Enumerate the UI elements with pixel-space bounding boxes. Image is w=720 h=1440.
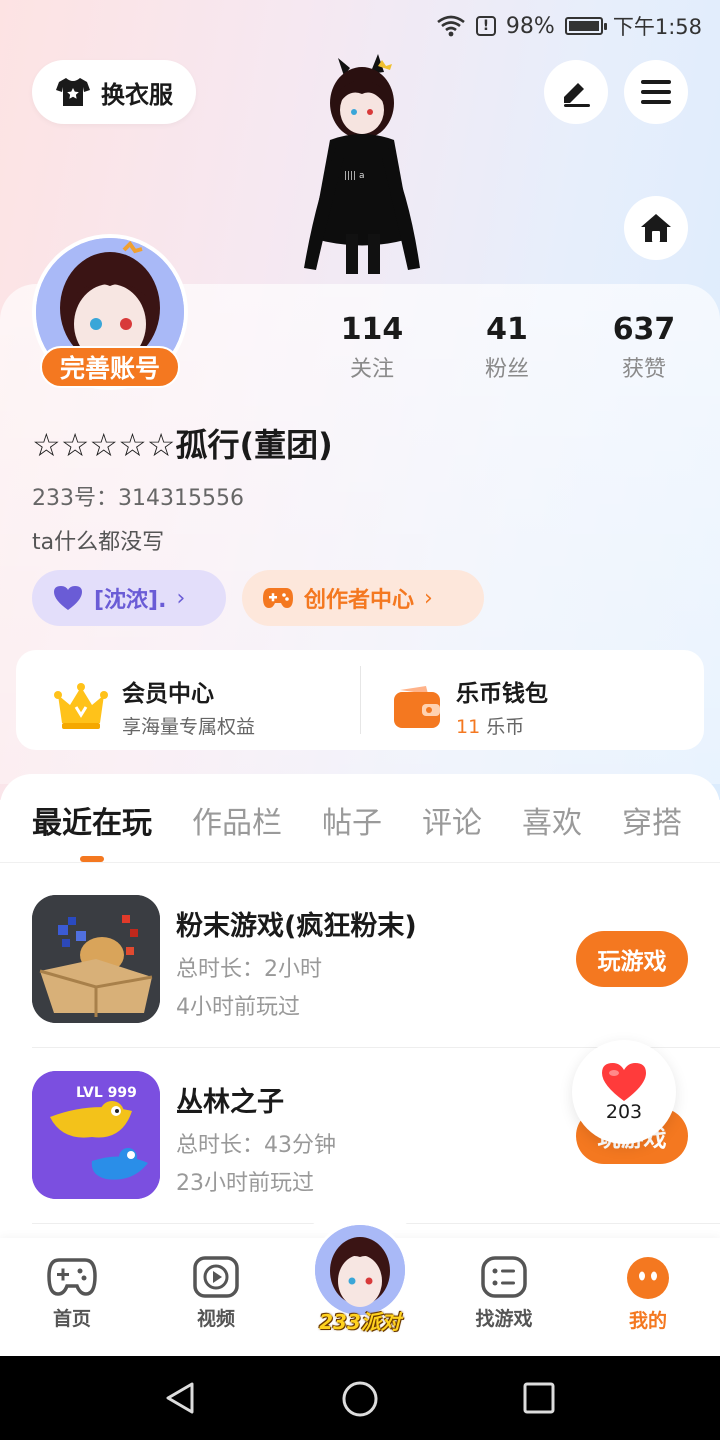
tab-likes[interactable]: 喜欢 bbox=[522, 798, 582, 842]
house-icon bbox=[641, 214, 671, 242]
stat-likes[interactable]: 637 获赞 bbox=[584, 312, 704, 383]
wallet-balance: 11 乐币 bbox=[456, 712, 548, 739]
change-outfit-button[interactable]: 换衣服 bbox=[32, 60, 196, 124]
battery-percent: 98% bbox=[505, 13, 555, 39]
svg-text:|||| a: |||| a bbox=[344, 171, 365, 181]
edit-button[interactable] bbox=[544, 60, 608, 124]
change-outfit-label: 换衣服 bbox=[101, 80, 173, 109]
play-video-icon bbox=[193, 1256, 239, 1298]
recents-icon[interactable] bbox=[522, 1381, 556, 1415]
tab-outfits[interactable]: 穿搭 bbox=[622, 798, 682, 842]
nav-video-label: 视频 bbox=[196, 1308, 235, 1330]
nav-mine[interactable]: 我的 bbox=[600, 1256, 696, 1333]
stat-likes-value: 637 bbox=[612, 312, 676, 347]
game-duration: 总时长：43分钟 bbox=[176, 1133, 336, 1158]
panel-divider bbox=[360, 666, 361, 734]
creator-center-label: 创作者中心 bbox=[304, 588, 415, 613]
bio: ta什么都没写 bbox=[32, 530, 165, 555]
game-icon-powder[interactable] bbox=[32, 895, 160, 1023]
tab-works[interactable]: 作品栏 bbox=[192, 798, 282, 842]
wallet-title: 乐币钱包 bbox=[456, 681, 548, 707]
tab-posts[interactable]: 帖子 bbox=[322, 798, 382, 842]
face-icon bbox=[627, 1257, 669, 1299]
alert-icon: ! bbox=[475, 16, 496, 36]
like-count: 203 bbox=[605, 1101, 643, 1123]
menu-icon bbox=[641, 80, 671, 104]
game-last-played: 4小时前玩过 bbox=[176, 995, 300, 1020]
complete-account-badge[interactable]: 完善账号 bbox=[40, 346, 180, 388]
heart-icon bbox=[54, 586, 82, 610]
wallet-unit: 乐币 bbox=[486, 716, 525, 738]
nav-mine-label: 我的 bbox=[628, 1310, 667, 1332]
menu-button[interactable] bbox=[624, 60, 688, 124]
nav-find-games-label: 找游戏 bbox=[475, 1308, 533, 1330]
play-game-button[interactable]: 玩游戏 bbox=[576, 931, 688, 987]
gamepad-icon bbox=[263, 588, 293, 608]
jungle-game-icon: LVL 999 bbox=[32, 1071, 160, 1199]
game-duration: 总时长：2小时 bbox=[176, 957, 322, 982]
home-circle-icon[interactable] bbox=[341, 1380, 379, 1418]
user-id: 233号：314315556 bbox=[32, 486, 244, 511]
nav-find-games[interactable]: 找游戏 bbox=[456, 1256, 552, 1331]
back-icon[interactable] bbox=[162, 1380, 198, 1416]
edit-icon bbox=[564, 83, 590, 107]
nav-party-label[interactable]: 233派对 bbox=[312, 1306, 408, 1335]
tshirt-icon bbox=[56, 78, 90, 106]
game-icon-jungle[interactable]: LVL 999 bbox=[32, 1071, 160, 1199]
tab-recent[interactable]: 最近在玩 bbox=[32, 798, 152, 842]
wallet-amount: 11 bbox=[456, 716, 481, 738]
system-nav-bar bbox=[0, 1356, 720, 1440]
game-title: 粉末游戏(疯狂粉末) bbox=[176, 911, 417, 942]
heart-icon bbox=[602, 1063, 646, 1101]
chevron-right-icon: › bbox=[424, 585, 433, 611]
wallet[interactable]: 乐币钱包 11 乐币 bbox=[392, 674, 548, 739]
vip-subtitle: 享海量专属权益 bbox=[122, 716, 256, 738]
avatar-character: |||| a bbox=[304, 54, 420, 274]
nav-party-avatar[interactable] bbox=[312, 1222, 408, 1318]
party-avatar-image bbox=[315, 1225, 405, 1315]
group-chip[interactable]: [沈浓]. › bbox=[32, 570, 226, 626]
nav-home[interactable]: 首页 bbox=[24, 1256, 120, 1331]
game-info-jungle[interactable]: 丛林之子 总时长：43分钟 23小时前玩过 bbox=[176, 1080, 336, 1197]
chevron-right-icon: › bbox=[176, 585, 186, 611]
wallet-icon bbox=[394, 685, 440, 728]
creator-center-chip[interactable]: 创作者中心 › bbox=[242, 570, 484, 626]
game-last-played: 23小时前玩过 bbox=[176, 1171, 314, 1196]
stat-fans-label: 粉丝 bbox=[484, 357, 529, 382]
list-icon bbox=[481, 1256, 527, 1298]
status-bar: ! 98% 下午1:58 bbox=[436, 8, 702, 44]
stat-fans[interactable]: 41 粉丝 bbox=[447, 312, 567, 383]
like-bubble[interactable]: 203 bbox=[572, 1040, 676, 1144]
tab-comments[interactable]: 评论 bbox=[422, 798, 482, 842]
home-room-button[interactable] bbox=[624, 196, 688, 260]
vip-center[interactable]: 会员中心 享海量专属权益 bbox=[54, 674, 255, 739]
nav-home-label: 首页 bbox=[52, 1308, 91, 1330]
stat-following-label: 关注 bbox=[349, 357, 394, 382]
gamepad-icon bbox=[47, 1258, 97, 1296]
status-time: 下午1:58 bbox=[612, 15, 702, 39]
game-info-powder[interactable]: 粉末游戏(疯狂粉末) 总时长：2小时 4小时前玩过 bbox=[176, 904, 417, 1021]
nickname: ☆☆☆☆☆孤行(董团) bbox=[32, 426, 333, 464]
game-title: 丛林之子 bbox=[176, 1087, 284, 1118]
stat-fans-value: 41 bbox=[486, 312, 528, 347]
vip-title: 会员中心 bbox=[122, 681, 214, 707]
wifi-icon bbox=[437, 15, 465, 37]
stat-likes-label: 获赞 bbox=[621, 357, 666, 382]
powder-game-icon bbox=[32, 895, 160, 1023]
game-icon-badge-text: LVL 999 bbox=[76, 1085, 137, 1101]
group-chip-label: [沈浓]. bbox=[94, 588, 167, 613]
crown-icon bbox=[54, 682, 108, 729]
battery-icon bbox=[564, 17, 607, 35]
stat-following[interactable]: 114 关注 bbox=[312, 312, 432, 383]
nav-video[interactable]: 视频 bbox=[168, 1256, 264, 1331]
stat-following-value: 114 bbox=[340, 312, 404, 347]
tabs-divider bbox=[0, 862, 720, 863]
